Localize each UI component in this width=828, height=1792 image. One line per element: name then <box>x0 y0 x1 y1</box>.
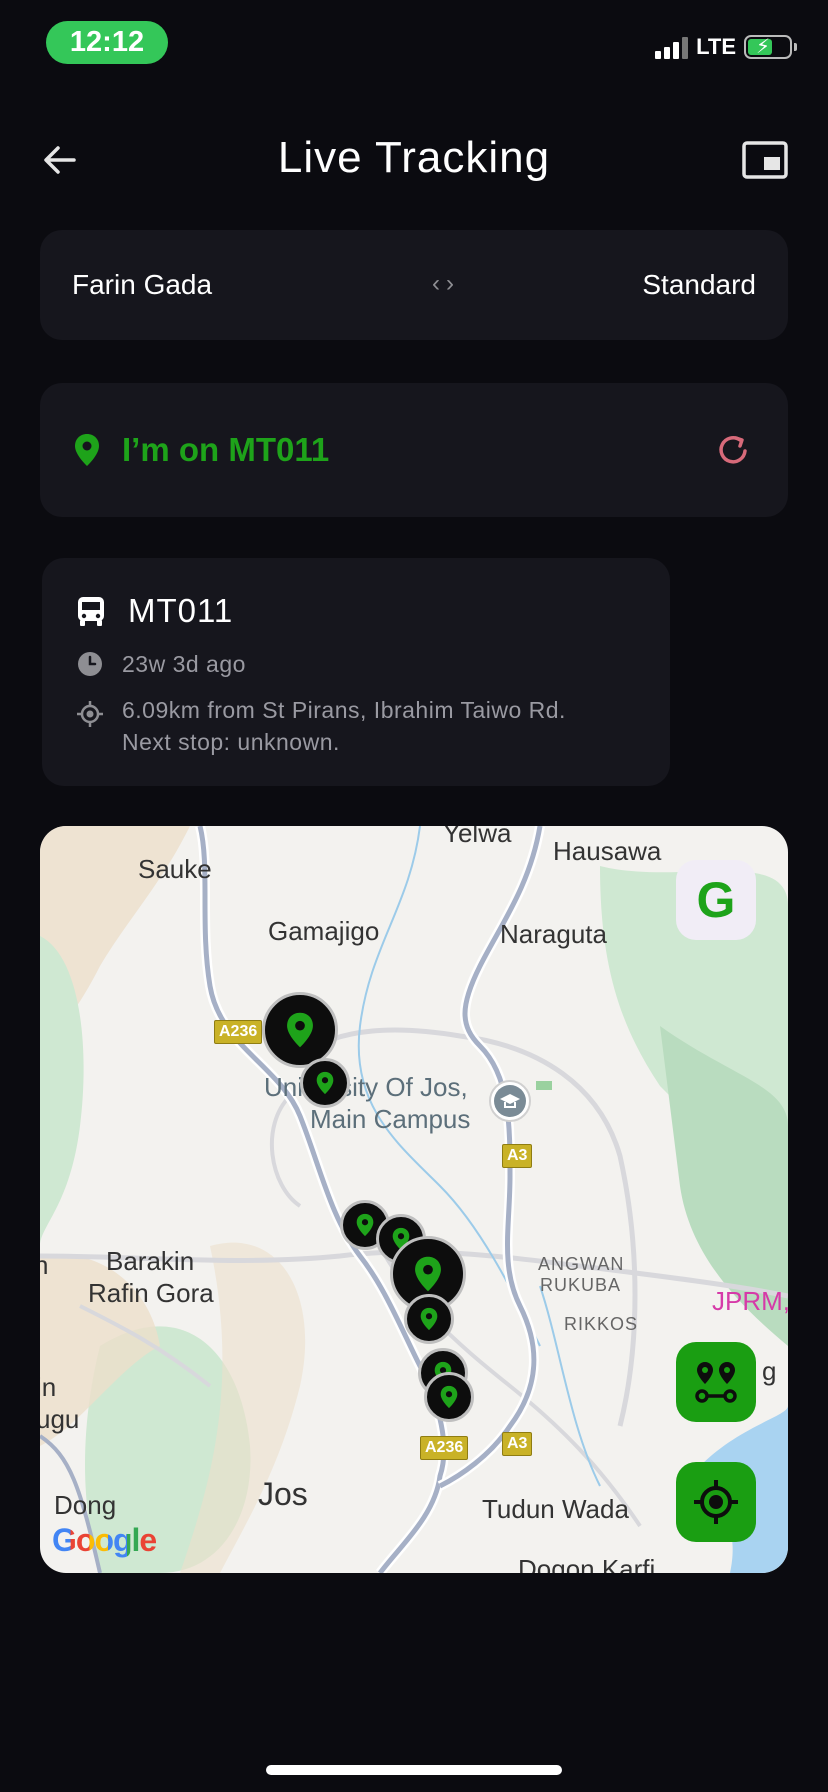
map-label-university-line1: University Of Jos, <box>264 1072 468 1102</box>
my-location-button[interactable] <box>676 1462 756 1542</box>
location-pin-icon <box>420 1307 438 1331</box>
onboard-text: I’m on MT011 <box>122 431 330 468</box>
map-label-jprm: JPRM, <box>712 1286 788 1316</box>
user-name: Farin Gada <box>72 269 213 300</box>
route-icon <box>695 1362 737 1403</box>
crosshair-icon <box>694 1480 738 1524</box>
location-text: 6.09km from St Pirans, Ibrahim Taiwo Rd. <box>122 697 566 723</box>
onboard-card[interactable]: I’m on MT011 <box>40 383 788 517</box>
map-base <box>40 826 788 1573</box>
last-seen-text: 23w 3d ago <box>122 651 246 677</box>
map-label-angwan-line2: RUKUBA <box>540 1275 622 1295</box>
battery-icon: ⚡ <box>744 35 797 59</box>
stop-marker[interactable] <box>424 1372 474 1422</box>
map-label-rikkos: RIKKOS <box>564 1314 639 1334</box>
location-pin-icon <box>440 1385 458 1409</box>
map-label-gamajigo: Gamajigo <box>268 916 380 946</box>
service-type: Standard <box>642 269 756 300</box>
bus-marker[interactable] <box>262 992 338 1068</box>
map-label-jos: Jos <box>258 1476 308 1512</box>
map-label-edge-ugu: ugu <box>40 1404 80 1434</box>
map-label-naraguta: Naraguta <box>500 919 607 949</box>
stop-marker[interactable] <box>300 1058 350 1108</box>
map-label-hausawa: Hausawa <box>553 836 662 866</box>
map-label-edge-g: g <box>762 1356 777 1386</box>
map-label-barakin-line1: Barakin <box>106 1246 195 1276</box>
next-stop-text: Next stop: unknown. <box>122 729 340 755</box>
page-title: Live Tracking <box>277 133 551 182</box>
map-view[interactable]: Yelwa Hausawa Sauke Gamajigo Naraguta Un… <box>40 826 788 1573</box>
stop-marker[interactable] <box>404 1294 454 1344</box>
map-label-edge-in: in <box>40 1372 57 1402</box>
picture-in-picture-icon <box>742 141 788 179</box>
map-label-sauke: Sauke <box>138 854 212 884</box>
map-label-barakin-line2: Rafin Gora <box>88 1278 214 1308</box>
gps-crosshair-icon <box>77 701 103 727</box>
refresh-icon <box>719 436 747 464</box>
map-label-tudun-wada: Tudun Wada <box>482 1494 629 1524</box>
location-pin-icon <box>287 1012 313 1048</box>
google-logo: Google <box>52 1522 157 1559</box>
route-stops-button[interactable] <box>676 1342 756 1422</box>
map-label-yelwa: Yelwa <box>443 826 512 848</box>
google-logo-text: Google <box>52 1522 157 1558</box>
map-label-edge-n: n <box>40 1250 49 1280</box>
road-shield-a3: A3 <box>502 1432 533 1456</box>
road-shield-a236: A236 <box>214 1020 263 1044</box>
location-pin-icon <box>316 1071 334 1095</box>
vehicle-id: MT011 <box>128 592 234 629</box>
status-indicators: LTE ⚡ <box>655 34 797 60</box>
road-shield-a3: A3 <box>502 1144 533 1168</box>
refresh-button[interactable] <box>714 430 754 470</box>
signal-icon <box>655 35 689 59</box>
google-maps-button[interactable]: G <box>676 860 756 940</box>
picture-in-picture-button[interactable] <box>742 141 788 179</box>
location-pin-icon <box>356 1213 374 1237</box>
location-pin-icon <box>75 434 99 466</box>
road-shield-a236: A236 <box>420 1436 469 1460</box>
map-label-dogon-karfi: Dogon Karfi <box>518 1554 656 1573</box>
map-label-dong: Dong <box>54 1490 117 1520</box>
vehicle-info-card: MT011 23w 3d ago 6.09km from St Pirans, … <box>42 558 670 786</box>
map-label-university-line2: Main Campus <box>310 1104 471 1134</box>
user-service-card[interactable]: Farin Gada ‹› Standard <box>40 230 788 340</box>
status-time: 12:12 <box>46 21 168 64</box>
map-label-angwan-line1: ANGWAN <box>538 1254 625 1274</box>
home-indicator <box>266 1765 562 1775</box>
bus-icon <box>78 597 104 626</box>
network-type: LTE <box>696 34 736 59</box>
location-pin-icon <box>415 1256 441 1292</box>
chevrons-switch-icon[interactable]: ‹› <box>432 270 460 298</box>
clock-icon <box>78 652 102 676</box>
